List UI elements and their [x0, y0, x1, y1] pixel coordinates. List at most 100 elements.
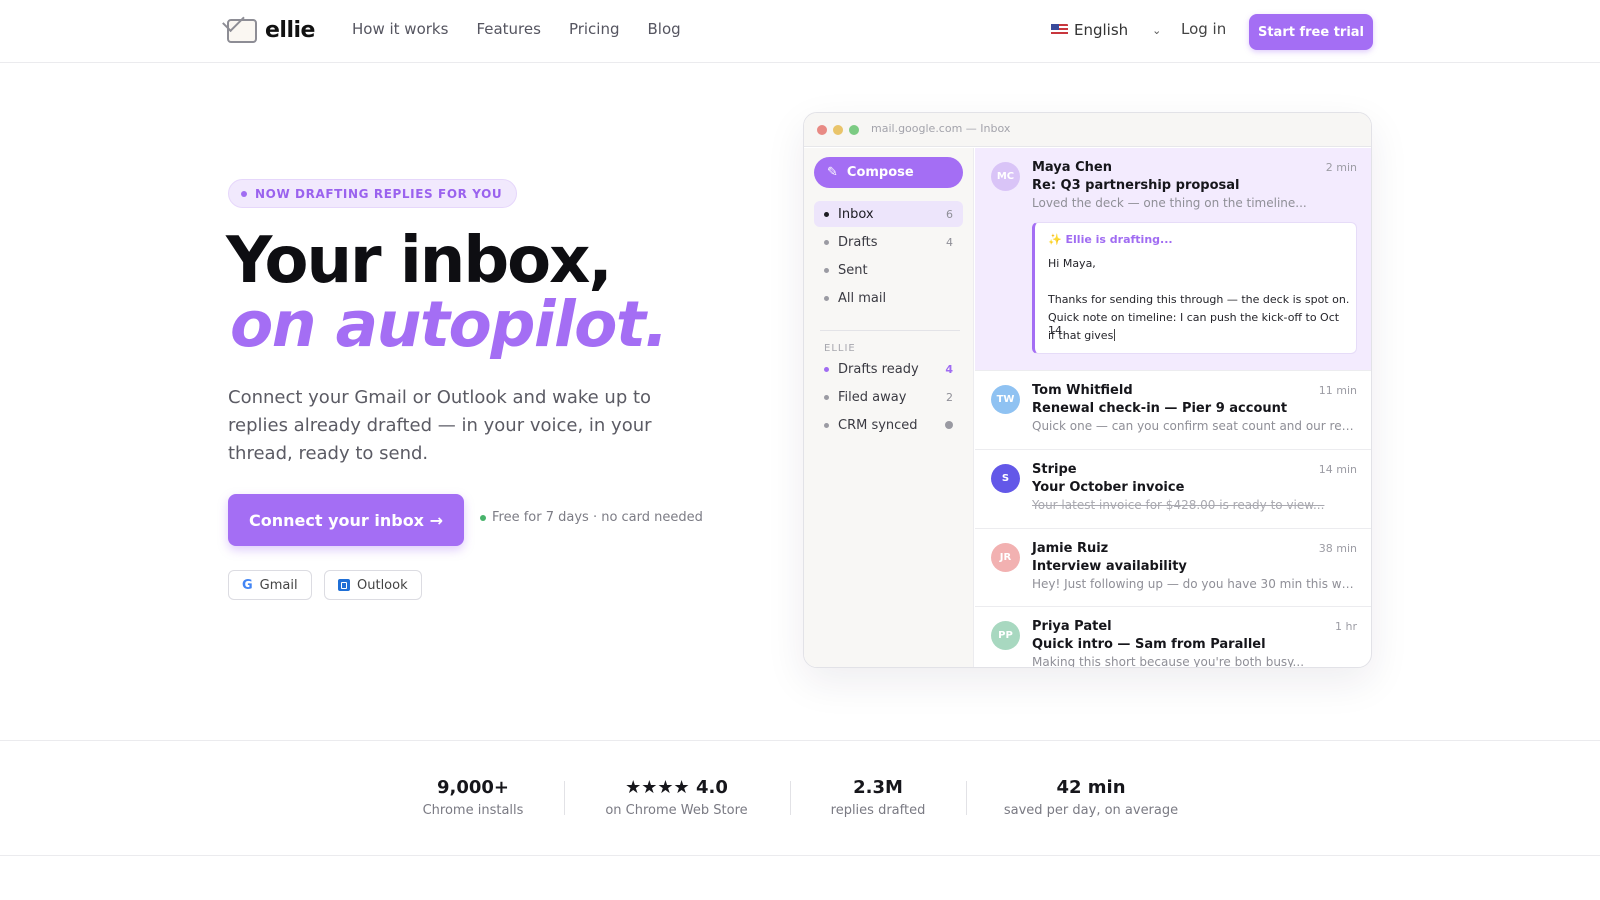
folder-dot-icon: [824, 267, 829, 273]
message-subject: Your October invoice: [1032, 480, 1185, 495]
message-row-selected[interactable]: MC Maya Chen 2 min Re: Q3 partnership pr…: [975, 148, 1371, 371]
badge-dot-icon: [241, 190, 247, 197]
stat-installs: 9,000+ Chrome installs: [413, 777, 533, 818]
message-snippet: Loved the deck — one thing on the timeli…: [1032, 196, 1307, 210]
stat-divider: [790, 781, 791, 815]
folder-count: 4: [946, 235, 953, 249]
brand-logo[interactable]: ellie: [227, 18, 315, 43]
message-sender: Jamie Ruiz: [1032, 541, 1109, 556]
ai-draft-panel[interactable]: ✨ Ellie is drafting... Hi Maya, Thanks f…: [1032, 222, 1357, 354]
nav-link-blog[interactable]: Blog: [648, 20, 681, 38]
message-row[interactable]: TW Tom Whitfield 11 min Renewal check-in…: [975, 371, 1371, 450]
outlook-label: Outlook: [357, 577, 408, 593]
badge-label: NOW DRAFTING REPLIES FOR YOU: [255, 186, 503, 201]
message-time: 1 hr: [1335, 620, 1357, 633]
message-subject: Renewal check-in — Pier 9 account: [1032, 401, 1288, 416]
language-select[interactable]: English ⌄: [1051, 21, 1161, 39]
status-badge: NOW DRAFTING REPLIES FOR YOU: [228, 179, 518, 208]
message-subject: Re: Q3 partnership proposal: [1032, 178, 1240, 193]
avatar: S: [991, 464, 1020, 493]
cta-note: Free for 7 days · no card needed: [480, 510, 703, 525]
gmail-button[interactable]: G Gmail: [228, 570, 312, 600]
sidebar-divider: [820, 330, 960, 331]
folder-drafts[interactable]: Drafts 4: [814, 229, 963, 255]
compose-button[interactable]: ✎ Compose: [814, 157, 963, 188]
stat-rating: ★★★★ 4.0 on Chrome Web Store: [598, 777, 755, 818]
purple-dot-icon: [824, 366, 829, 372]
message-snippet-filed: Your latest invoice for $428.00 is ready…: [1032, 498, 1325, 512]
stat-value: ★★★★ 4.0: [625, 777, 728, 798]
stat-time-saved: 42 min saved per day, on average: [998, 777, 1184, 818]
folder-dot-icon: [824, 394, 829, 400]
hero-subtitle: Connect your Gmail or Outlook and wake u…: [228, 387, 652, 464]
stat-divider: [966, 781, 967, 815]
google-icon: G: [242, 577, 253, 593]
stat-value: 42 min: [1056, 777, 1126, 798]
top-nav: ellie How it works Features Pricing Blog…: [0, 0, 1600, 63]
hero-title: Your inbox,: [226, 224, 613, 298]
stats-bar: 9,000+ Chrome installs ★★★★ 4.0 on Chrom…: [0, 740, 1600, 856]
message-row[interactable]: JR Jamie Ruiz 38 min Interview availabil…: [975, 529, 1371, 607]
green-dot-icon: [480, 514, 486, 521]
stat-value: 2.3M: [853, 777, 903, 798]
compose-label: Compose: [846, 165, 914, 180]
nav-link-how-it-works[interactable]: How it works: [352, 20, 448, 38]
ellie-crm-synced[interactable]: CRM synced: [814, 412, 963, 438]
window-url: mail.google.com — Inbox: [871, 122, 1011, 135]
ellie-drafts-ready[interactable]: Drafts ready 4: [814, 356, 963, 382]
text-caret: [1114, 329, 1116, 341]
hero-title-accent: on autopilot.: [230, 288, 668, 361]
folder-label: Sent: [838, 262, 868, 278]
ellie-item-label: CRM synced: [838, 417, 918, 433]
folder-dot-icon: [824, 239, 829, 245]
stat-replies: 2.3M replies drafted: [823, 777, 933, 818]
window-titlebar: mail.google.com — Inbox: [804, 113, 1371, 147]
start-trial-button[interactable]: Start free trial: [1249, 14, 1373, 50]
draft-line-typing: if that gives: [1048, 329, 1116, 342]
folder-dot-icon: [824, 211, 829, 217]
pencil-icon: ✎: [827, 165, 838, 180]
nav-link-features[interactable]: Features: [476, 20, 541, 38]
language-label: English: [1074, 21, 1129, 39]
nav-link-pricing[interactable]: Pricing: [569, 20, 620, 38]
ellie-item-label: Filed away: [838, 389, 907, 405]
cta-note-text: Free for 7 days · no card needed: [492, 510, 703, 525]
stat-label: Chrome installs: [422, 803, 524, 818]
message-list: MC Maya Chen 2 min Re: Q3 partnership pr…: [975, 148, 1371, 668]
login-link[interactable]: Log in: [1181, 20, 1226, 38]
connect-inbox-button[interactable]: Connect your inbox →: [228, 494, 464, 546]
folder-label: All mail: [838, 290, 887, 306]
draft-greeting: Hi Maya,: [1048, 257, 1096, 270]
folder-count: 6: [946, 207, 953, 221]
outlook-button[interactable]: Outlook: [324, 570, 422, 600]
ellie-item-count: 2: [946, 390, 953, 404]
sync-status-icon: [945, 421, 953, 429]
message-row[interactable]: PP Priya Patel 1 hr Quick intro — Sam fr…: [975, 607, 1371, 668]
message-subject: Quick intro — Sam from Parallel: [1032, 637, 1266, 652]
folder-label: Drafts: [838, 234, 878, 250]
chevron-down-icon: ⌄: [1152, 23, 1162, 37]
minimize-dot-icon: [833, 125, 843, 135]
stat-value: 9,000+: [436, 777, 510, 798]
message-row[interactable]: S Stripe 14 min Your October invoice You…: [975, 450, 1371, 529]
message-sender: Tom Whitfield: [1032, 383, 1133, 398]
message-time: 11 min: [1318, 384, 1357, 397]
stat-label: saved per day, on average: [1003, 803, 1179, 818]
stat-label: on Chrome Web Store: [605, 803, 748, 818]
avatar: MC: [991, 162, 1020, 191]
message-sender: Priya Patel: [1032, 619, 1112, 634]
brand-name: ellie: [265, 18, 315, 43]
ellie-item-count: 4: [945, 362, 953, 376]
message-snippet: Making this short because you're both bu…: [1032, 655, 1305, 668]
draft-line: Thanks for sending this through — the de…: [1048, 293, 1350, 306]
avatar: PP: [991, 621, 1020, 650]
close-dot-icon: [817, 125, 827, 135]
us-flag-icon: [1051, 24, 1068, 36]
folder-all-mail[interactable]: All mail: [814, 285, 963, 311]
draft-line: if that gives: [1048, 329, 1114, 342]
message-snippet: Quick one — can you confirm seat count a…: [1032, 419, 1357, 433]
folder-sent[interactable]: Sent: [814, 257, 963, 283]
folder-label: Inbox: [838, 206, 874, 222]
ellie-filed-away[interactable]: Filed away 2: [814, 384, 963, 410]
folder-inbox[interactable]: Inbox 6: [814, 201, 963, 227]
